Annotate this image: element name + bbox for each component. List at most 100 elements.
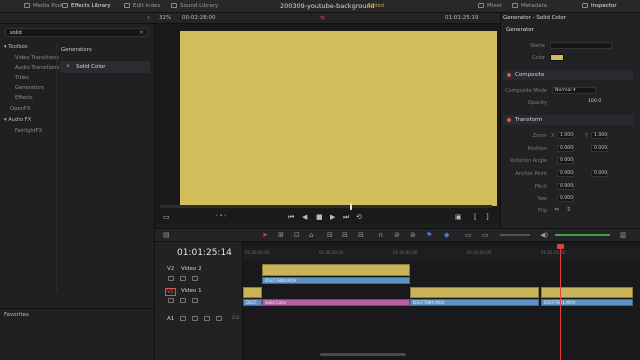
timeline-view-icon[interactable]: ▤ [163, 231, 170, 239]
timeline-playhead[interactable] [560, 244, 561, 360]
flip-horizontal-icon[interactable]: ⇔ [554, 206, 559, 213]
auto-select-icon[interactable] [180, 276, 186, 281]
playhead-handle[interactable] [557, 244, 564, 249]
tree-audio-transitions[interactable]: Audio Transitions [15, 65, 59, 71]
tree-video-transitions[interactable]: Video Transitions [15, 55, 59, 61]
effects-search-input[interactable]: solid × [5, 28, 148, 37]
tree-openfx[interactable]: OpenFX [10, 106, 30, 112]
zoom-level[interactable]: 32% [159, 15, 171, 21]
position-lock-icon[interactable]: ⊜ [410, 231, 416, 239]
flip-label: Flip [538, 208, 547, 214]
solid-color-generator[interactable]: ⚡ Solid Color [60, 61, 150, 73]
blade-tool-icon[interactable]: ⌂ [309, 231, 313, 239]
meter-icon[interactable]: ▥ [620, 231, 627, 239]
zoom-x-field[interactable]: 1.000 [557, 132, 574, 139]
zoom-full-icon[interactable]: ▭ [465, 231, 472, 239]
favorites-header: Favorites [4, 312, 29, 318]
anchor-y-field[interactable]: 0.000 [591, 170, 608, 177]
insert-clip-icon[interactable]: ⊟ [327, 231, 333, 239]
v2-video-clip[interactable] [262, 264, 410, 276]
metadata-tab[interactable]: Metadata [512, 3, 547, 9]
marker-icon[interactable]: ◆ [444, 231, 449, 239]
selection-tool-icon[interactable]: ➤ [262, 231, 268, 239]
lock-icon[interactable] [168, 276, 174, 281]
play-button[interactable]: ▶ [330, 213, 335, 221]
viewer-mode-icon[interactable]: ⇆ [320, 15, 325, 21]
inspector-tab[interactable]: Inspector [582, 3, 617, 9]
link-icon[interactable]: ⊘ [394, 231, 400, 239]
clear-search-icon[interactable]: × [139, 29, 144, 36]
composite-section[interactable]: Composite [503, 70, 633, 80]
v1-clip[interactable]: DSCF [243, 299, 262, 306]
volume-slider[interactable] [555, 234, 610, 236]
transform-section[interactable]: Transform [503, 115, 633, 125]
flip-vertical-icon[interactable]: ⇕ [566, 206, 571, 213]
name-field[interactable] [550, 42, 612, 49]
lock-icon[interactable] [180, 316, 186, 321]
tree-fairlightfx[interactable]: FairlightFX [15, 128, 42, 134]
tree-generators[interactable]: Generators [15, 85, 44, 91]
v2-audio-clip[interactable]: DSCF7868.MOV [262, 277, 410, 284]
timeline-scrollbar[interactable] [320, 353, 406, 356]
pitch-field[interactable]: 0.000 [557, 183, 574, 190]
visibility-icon[interactable] [192, 276, 198, 281]
zoom-detail-icon[interactable]: ▭ [482, 231, 489, 239]
mixer-tab[interactable]: Mixer [478, 3, 502, 9]
scrubber-playhead[interactable] [350, 203, 352, 210]
viewer-size-icon[interactable]: ▭ [163, 213, 170, 221]
auto-select-icon[interactable] [192, 316, 198, 321]
solid-color-clip[interactable]: Solid Color [262, 299, 410, 306]
tree-toolbox[interactable]: ▾ Toolbox [4, 44, 28, 50]
timeline-ruler[interactable]: 01:00:00:00 01:00:20:00 01:00:40:00 01:0… [243, 246, 640, 260]
effects-library-tab[interactable]: Effects Library [62, 3, 111, 9]
volume-icon[interactable]: ◀) [540, 231, 548, 239]
trim-tool-icon[interactable]: ⊞ [278, 231, 284, 239]
composite-mode-select[interactable]: Normal ▾ [552, 87, 596, 94]
mute-icon[interactable] [216, 316, 222, 321]
lock-icon[interactable] [168, 298, 174, 303]
replace-clip-icon[interactable]: ⊟ [358, 231, 364, 239]
sound-library-tab[interactable]: Sound Library [171, 3, 218, 9]
jog-control[interactable]: ‹ • › [216, 213, 226, 219]
tree-titles[interactable]: Titles [15, 75, 29, 81]
v1-video-clip[interactable] [410, 287, 539, 298]
v1-clip[interactable]: DSCF7869.MOV [410, 299, 539, 306]
media-pool-icon [24, 3, 30, 8]
visibility-icon[interactable] [192, 298, 198, 303]
viewer-scrubber[interactable] [160, 205, 492, 208]
zoom-slider[interactable] [500, 234, 530, 236]
go-to-end-button[interactable]: ⏭ [343, 213, 349, 222]
overwrite-clip-icon[interactable]: ⊟ [342, 231, 348, 239]
in-point-icon[interactable]: [ [474, 213, 477, 221]
enable-dot-icon[interactable] [507, 73, 511, 77]
edit-index-tab[interactable]: Edit Index [124, 3, 161, 9]
media-pool-tab[interactable]: Media Pool [24, 3, 63, 9]
anchor-x-field[interactable]: 0.000 [557, 170, 574, 177]
tree-effects[interactable]: Effects [15, 95, 33, 101]
rotation-field[interactable]: 0.000 [557, 157, 574, 164]
opacity-value[interactable]: 100.0 [586, 99, 608, 106]
v1-clip[interactable]: DSCF7801.MOV [541, 299, 633, 306]
v1-video-clip[interactable] [541, 287, 633, 298]
position-x-field[interactable]: 0.000 [557, 145, 574, 152]
zoom-y-field[interactable]: 1.000 [591, 132, 608, 139]
snapping-icon[interactable]: ∩ [378, 231, 383, 239]
search-icon[interactable]: ⌕ [147, 15, 150, 22]
position-y-field[interactable]: 0.000 [591, 145, 608, 152]
flag-icon[interactable]: ⚑ [426, 231, 432, 239]
match-frame-icon[interactable]: ▣ [455, 213, 462, 221]
dynamic-trim-icon[interactable]: ⊡ [294, 231, 300, 239]
loop-button[interactable]: ⟲ [356, 213, 362, 221]
auto-select-icon[interactable] [180, 298, 186, 303]
out-point-icon[interactable]: ] [486, 213, 489, 221]
yaw-field[interactable]: 0.000 [557, 195, 574, 202]
v1-video-clip[interactable] [243, 287, 262, 298]
stop-button[interactable]: ■ [316, 213, 323, 221]
enable-dot-icon[interactable] [507, 118, 511, 122]
reverse-play-button[interactable]: ◀ [302, 213, 307, 221]
tree-audio-fx[interactable]: ▾ Audio FX [4, 117, 31, 123]
track-v1-id[interactable]: V1 [165, 288, 176, 296]
go-to-start-button[interactable]: ⏮ [288, 213, 294, 222]
color-swatch[interactable] [550, 54, 564, 61]
solo-icon[interactable] [204, 316, 210, 321]
